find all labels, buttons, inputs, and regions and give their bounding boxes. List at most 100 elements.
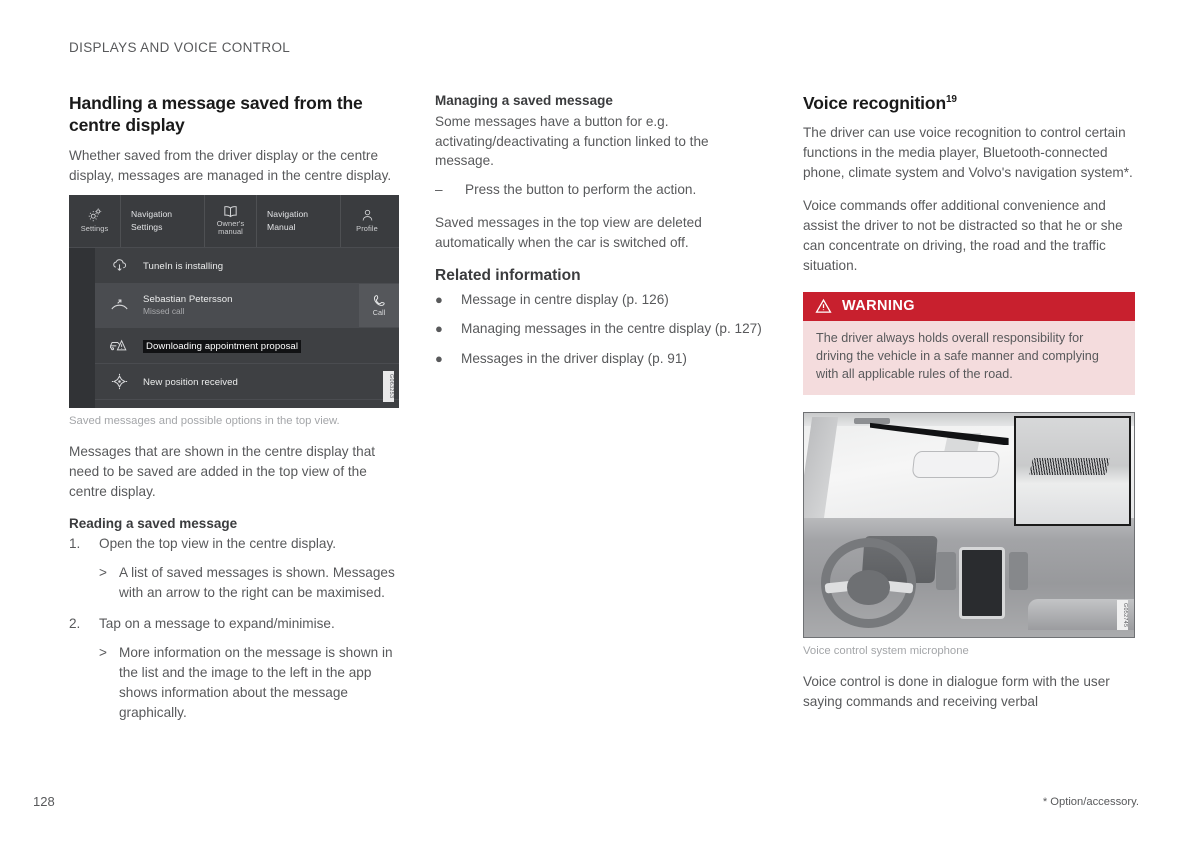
page-number: 128: [33, 794, 55, 809]
step-text: Open the top view in the centre display.: [99, 536, 337, 552]
voice-recognition-title-superscript: 19: [945, 94, 957, 106]
compass-position-icon: [95, 372, 143, 391]
top-bar-settings-tile[interactable]: Settings: [69, 194, 121, 247]
message-title: TuneIn is installing: [143, 261, 224, 273]
figure-image-id: G063253: [383, 371, 394, 402]
right-column: Voice recognition19 The driver can use v…: [803, 92, 1135, 723]
substep-marker: >: [99, 565, 107, 581]
microphone-detail-inset: [1013, 415, 1131, 526]
figure-caption: Saved messages and possible options in t…: [69, 414, 340, 427]
step-text: Tap on a message to expand/minimise.: [99, 616, 335, 632]
bullet-icon: ●: [435, 321, 443, 337]
step-item: 2. Tap on a message to expand/minimise. …: [69, 614, 399, 723]
footnote: * Option/accessory.: [1042, 796, 1139, 808]
owners-manual-book-icon: [222, 205, 239, 218]
top-bar-navigation-manual-label: Navigation Manual: [267, 209, 309, 232]
microphone-grille: [1028, 457, 1110, 475]
related-link-text: Message in centre display (p. 126): [461, 291, 669, 307]
message-title: Downloading appointment proposal: [143, 340, 302, 354]
bullet-icon: ●: [435, 351, 443, 367]
top-bar-owners-manual-tile[interactable]: Owner's manual: [205, 194, 257, 247]
missed-call-icon: [95, 297, 143, 313]
step-number: 2.: [69, 616, 81, 632]
message-row-text: Sebastian Petersson Missed call: [143, 294, 359, 316]
top-bar-navigation-settings-label: Navigation Settings: [131, 209, 173, 232]
running-header: DISPLAYS AND VOICE CONTROL: [69, 40, 291, 55]
call-button[interactable]: Call: [359, 283, 399, 327]
call-button-label: Call: [372, 307, 386, 317]
photo-image-id: G052745: [1117, 599, 1128, 630]
air-vent-left: [936, 551, 956, 590]
message-row-text: Downloading appointment proposal: [143, 336, 399, 354]
warning-triangle-icon: [815, 298, 832, 314]
substep: > More information on the message is sho…: [99, 643, 399, 723]
substep: > A list of saved messages is shown. Mes…: [99, 563, 399, 603]
middle-column: Managing a saved message Some messages h…: [435, 92, 765, 723]
air-vent-right: [1008, 551, 1029, 590]
callout-leader-line: [870, 422, 1009, 446]
related-link-text: Managing messages in the centre display …: [461, 321, 762, 337]
reading-a-saved-message-heading: Reading a saved message: [69, 515, 238, 531]
cloud-download-icon: [95, 258, 143, 273]
step-number: 1.: [69, 536, 81, 552]
top-bar-profile-tile[interactable]: Profile: [341, 195, 393, 247]
voice-recognition-paragraph-2: Voice commands offer additional convenie…: [803, 198, 1123, 274]
centre-display-figure: Settings Navigation Settings Owner's man…: [69, 194, 399, 429]
message-row-position[interactable]: New position received: [95, 364, 399, 400]
message-subtitle: Missed call: [143, 306, 185, 317]
voice-recognition-paragraph-3: Voice control is done in dialogue form w…: [803, 674, 1110, 710]
voice-recognition-paragraph-1: The driver can use voice recognition to …: [803, 125, 1133, 181]
steering-wheel-hub: [846, 569, 890, 606]
message-row-missed-call[interactable]: Sebastian Petersson Missed call Call: [95, 283, 399, 328]
three-column-layout: Handling a message saved from the centre…: [69, 92, 1139, 723]
managing-intro-paragraph: Some messages have a button for e.g. act…: [435, 113, 709, 169]
step-body: Open the top view in the centre display.…: [99, 534, 399, 603]
message-row-text: New position received: [143, 372, 399, 390]
rear-view-mirror: [911, 450, 1001, 478]
step-body: Tap on a message to expand/minimise. > M…: [99, 614, 399, 723]
related-link-item[interactable]: ● Managing messages in the centre displa…: [435, 319, 765, 339]
intro-paragraph: Whether saved from the driver display or…: [69, 147, 392, 183]
managing-outro-paragraph: Saved messages in the top view are delet…: [435, 215, 702, 251]
saved-messages-list: TuneIn is installing Sebastian Petersson…: [95, 247, 399, 408]
message-row-text: TuneIn is installing: [143, 256, 399, 274]
photo-caption: Voice control system microphone: [803, 644, 969, 657]
warning-box: WARNING The driver always holds overall …: [803, 292, 1135, 395]
related-information-list: ● Message in centre display (p. 126) ● M…: [435, 290, 765, 370]
centre-display-top-bar: Settings Navigation Settings Owner's man…: [69, 194, 399, 248]
profile-person-icon: [360, 208, 375, 223]
substep-text: More information on the message is shown…: [119, 645, 393, 721]
warning-body-text: The driver always holds overall responsi…: [803, 321, 1135, 395]
left-column: Handling a message saved from the centre…: [69, 92, 399, 723]
dash-marker: –: [435, 182, 443, 198]
warning-title: WARNING: [842, 298, 915, 315]
voice-microphone-photo: G052745: [803, 411, 1135, 638]
managing-a-saved-message-heading: Managing a saved message: [435, 93, 613, 108]
centre-display-screenshot: Settings Navigation Settings Owner's man…: [69, 194, 399, 408]
top-bar-navigation-manual-tile[interactable]: Navigation Manual: [257, 194, 341, 247]
settings-gear-icon: [87, 208, 102, 223]
after-figure-paragraph: Messages that are shown in the centre di…: [69, 443, 376, 499]
car-warning-icon: [95, 337, 143, 353]
message-title: New position received: [143, 377, 238, 389]
manual-page: DISPLAYS AND VOICE CONTROL Handling a me…: [0, 0, 1200, 845]
page-title: Handling a message saved from the centre…: [69, 93, 363, 136]
top-bar-navigation-settings-tile[interactable]: Navigation Settings: [121, 194, 205, 247]
warning-header: WARNING: [803, 292, 1135, 322]
voice-recognition-title-text: Voice recognition: [803, 93, 946, 113]
related-link-item[interactable]: ● Message in centre display (p. 126): [435, 290, 765, 310]
related-link-item[interactable]: ● Messages in the driver display (p. 91): [435, 349, 765, 369]
related-link-text: Messages in the driver display (p. 91): [461, 351, 687, 367]
bullet-icon: ●: [435, 291, 443, 307]
substep-text: A list of saved messages is shown. Messa…: [119, 565, 395, 601]
substep-marker: >: [99, 645, 107, 661]
message-title: Sebastian Petersson: [143, 294, 233, 306]
top-bar-owners-manual-label: Owner's manual: [216, 219, 245, 237]
dash-list-item: – Press the button to perform the action…: [435, 180, 765, 200]
step-item: 1. Open the top view in the centre displ…: [69, 534, 399, 603]
message-row-appointment[interactable]: Downloading appointment proposal: [95, 328, 399, 364]
top-bar-profile-label: Profile: [356, 224, 378, 234]
centre-display-in-photo: [959, 547, 1006, 619]
voice-recognition-title: Voice recognition19: [803, 92, 1133, 114]
message-row-tunein[interactable]: TuneIn is installing: [95, 248, 399, 284]
